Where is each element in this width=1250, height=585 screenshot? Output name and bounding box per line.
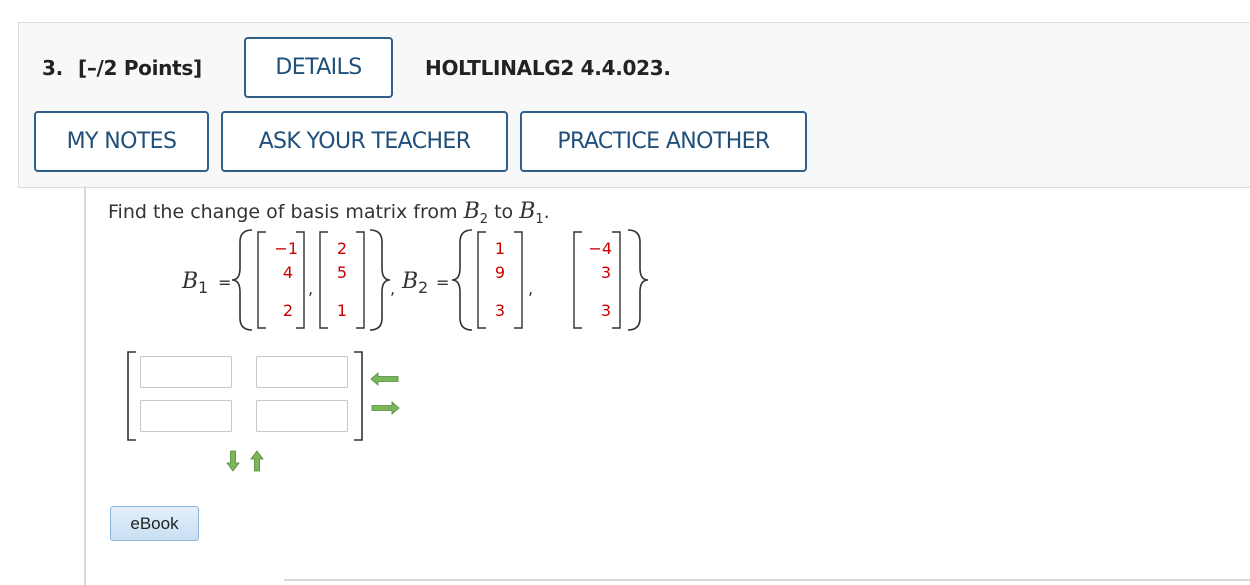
b2-label: B <box>401 269 418 294</box>
b2-equals: = <box>436 273 449 292</box>
content-bottom-border <box>284 579 1250 581</box>
b1-label-sub: 1 <box>198 278 208 297</box>
b2-vec2-entry-1: −4 <box>588 239 612 258</box>
b1-vec1-entry-3: 2 <box>283 301 293 320</box>
b2-open-brace <box>451 229 473 331</box>
basis-definitions: B 1 = −1 4 2 , 2 5 1 , B 2 = 1 9 3 , −4 … <box>181 229 649 331</box>
answer-cell-r2c1[interactable] <box>140 400 232 432</box>
b1-separator: , <box>308 279 313 298</box>
arrow-up-icon[interactable] <box>250 450 264 472</box>
answer-cell-r1c2[interactable] <box>256 356 348 388</box>
answer-right-bracket <box>354 351 363 441</box>
b1-close-brace <box>369 229 391 331</box>
prompt-connector: to <box>494 201 514 223</box>
basis-b1-symbol: B <box>519 199 536 224</box>
question-points: [–/2 Points] <box>78 56 202 80</box>
b2-vec1-right-bracket <box>514 231 523 329</box>
b2-vec1-left-bracket <box>477 231 486 329</box>
content-left-border <box>84 186 86 585</box>
b1-vec1-entry-1: −1 <box>274 239 298 258</box>
basis-b2-symbol: B <box>463 199 480 224</box>
set-separator: , <box>390 279 395 298</box>
b1-vec1-entry-2: 4 <box>283 263 293 282</box>
b1-vec2-entry-1: 2 <box>337 239 347 258</box>
b2-vec1-entry-3: 3 <box>495 301 505 320</box>
b2-label-sub: 2 <box>418 278 428 297</box>
b2-vec2-right-bracket <box>612 231 621 329</box>
answer-cell-r1c1[interactable] <box>140 356 232 388</box>
arrow-left-icon[interactable] <box>370 372 400 386</box>
b2-close-brace <box>627 229 649 331</box>
my-notes-button[interactable]: MY NOTES <box>34 111 209 172</box>
b2-vec1-entry-2: 9 <box>495 263 505 282</box>
b1-vec2-entry-3: 1 <box>337 301 347 320</box>
answer-left-bracket <box>127 351 136 441</box>
question-prompt: Find the change of basis matrix from B2 … <box>108 199 550 227</box>
b2-vec2-left-bracket <box>573 231 582 329</box>
question-code: HOLTLINALG2 4.4.023. <box>425 56 671 80</box>
b2-separator: , <box>528 279 533 298</box>
prompt-period: . <box>543 201 550 223</box>
b1-vec2-right-bracket <box>356 231 365 329</box>
b2-vec2-entry-3: 3 <box>601 301 611 320</box>
basis-b2-subscript: 2 <box>479 211 489 227</box>
b1-label: B <box>181 269 198 294</box>
b1-equals: = <box>218 273 231 292</box>
b1-vec2-left-bracket <box>319 231 328 329</box>
practice-another-button[interactable]: PRACTICE ANOTHER <box>520 111 807 172</box>
basis-b1-subscript: 1 <box>535 211 544 227</box>
ask-teacher-button[interactable]: ASK YOUR TEACHER <box>221 111 508 172</box>
b1-vec2-entry-2: 5 <box>337 263 347 282</box>
arrow-right-icon[interactable] <box>370 401 400 415</box>
b1-open-brace <box>231 229 253 331</box>
arrow-down-icon[interactable] <box>226 450 240 472</box>
answer-cell-r2c2[interactable] <box>256 400 348 432</box>
b1-vec1-left-bracket <box>257 231 266 329</box>
b2-vec2-entry-2: 3 <box>601 263 611 282</box>
b2-vec1-entry-1: 1 <box>495 239 505 258</box>
prompt-text: Find the change of basis matrix from <box>108 201 458 223</box>
question-number: 3. <box>42 56 63 80</box>
ebook-button[interactable]: eBook <box>110 506 199 541</box>
details-button[interactable]: DETAILS <box>244 37 393 98</box>
